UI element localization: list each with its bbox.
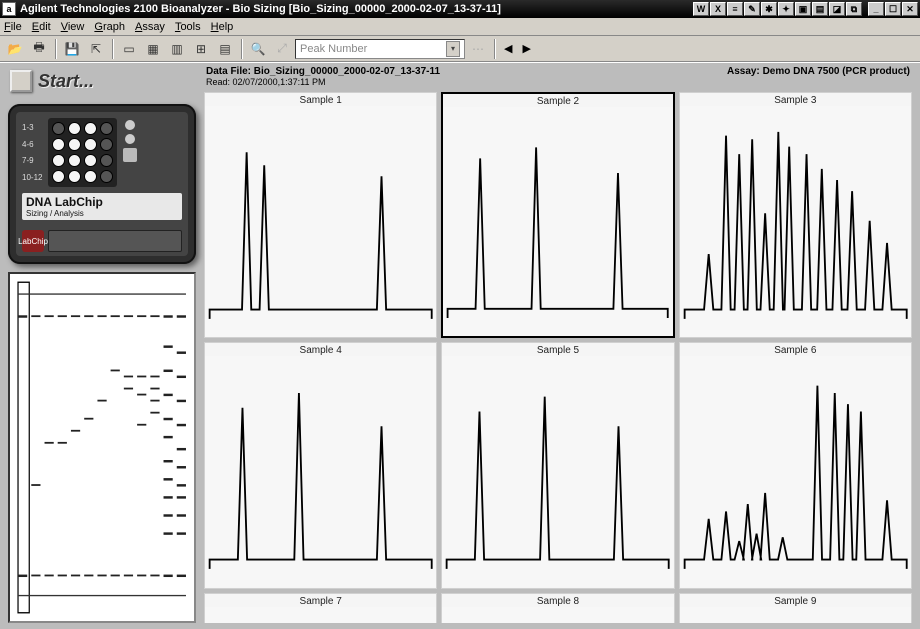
electropherogram-plot[interactable]: Sample 1 <box>204 92 437 338</box>
tray-icon[interactable]: ✎ <box>744 2 760 16</box>
gel-image-panel[interactable] <box>8 272 196 623</box>
left-panel: Start... 1-3 4-6 7-9 10-12 <box>0 63 202 629</box>
plot-title: Sample 4 <box>205 343 436 356</box>
tray-icon[interactable]: ≡ <box>727 2 743 16</box>
electropherogram-plot[interactable]: Sample 3 <box>679 92 912 338</box>
tray-icon[interactable]: ⧉ <box>846 2 862 16</box>
plot-title: Sample 8 <box>442 594 673 607</box>
menu-view[interactable]: View <box>61 21 85 33</box>
chip-name-slot[interactable] <box>48 230 182 252</box>
tray-icon[interactable]: ✦ <box>778 2 794 16</box>
electropherogram-plot[interactable]: Sample 4 <box>204 342 437 588</box>
view-table-icon[interactable]: ⊞ <box>190 38 212 60</box>
start-button[interactable]: Start... <box>8 68 196 96</box>
assay-value: Demo DNA 7500 (PCR product) <box>763 66 910 77</box>
chevron-down-icon[interactable]: ▾ <box>446 41 460 57</box>
menu-graph[interactable]: Graph <box>94 21 125 33</box>
tray-icon[interactable]: ◪ <box>829 2 845 16</box>
menu-edit[interactable]: Edit <box>32 21 51 33</box>
combo-go-icon[interactable]: ⋯ <box>467 38 489 60</box>
zoom-reset-icon[interactable]: ⤢ <box>271 38 293 60</box>
chip-subtitle: Sizing / Analysis <box>26 209 178 218</box>
main-panel: Data File: Bio_Sizing_00000_2000-02-07_1… <box>202 63 920 629</box>
electropherogram-plot[interactable]: Sample 9 <box>679 593 912 623</box>
menubar: File Edit View Graph Assay Tools Help <box>0 18 920 36</box>
combo-placeholder: Peak Number <box>300 43 367 55</box>
zoom-icon[interactable]: 🔍 <box>247 38 269 60</box>
plot-title: Sample 6 <box>680 343 911 356</box>
view-single-icon[interactable]: ▭ <box>118 38 140 60</box>
toolbar: 📂 🖶 💾 ⇱ ▭ ▦ ▥ ⊞ ▤ 🔍 ⤢ Peak Number ▾ ⋯ ◀ … <box>0 36 920 62</box>
read-value: 02/07/2000,1:37:11 PM <box>233 77 326 87</box>
plot-title: Sample 1 <box>205 93 436 106</box>
plot-title: Sample 7 <box>205 594 436 607</box>
app-icon: a <box>2 2 16 16</box>
well-row-labels: 1-3 4-6 7-9 10-12 <box>22 118 42 187</box>
prev-sample-button[interactable]: ◀ <box>500 42 516 55</box>
electropherogram-plot[interactable]: Sample 2 <box>441 92 674 338</box>
export-icon[interactable]: ⇱ <box>85 38 107 60</box>
tray-icon[interactable]: ✱ <box>761 2 777 16</box>
start-label: Start... <box>38 71 94 92</box>
read-label: Read: <box>206 77 230 87</box>
datafile-label: Data File: <box>206 66 251 77</box>
electropherogram-plot[interactable]: Sample 6 <box>679 342 912 588</box>
view-overlay-icon[interactable]: ▤ <box>214 38 236 60</box>
menu-tools[interactable]: Tools <box>175 21 201 33</box>
save-icon[interactable]: 💾 <box>61 38 83 60</box>
chip-cartridge[interactable]: 1-3 4-6 7-9 10-12 <box>8 104 196 264</box>
assay-label: Assay: <box>727 66 760 77</box>
tray-icon[interactable]: W <box>693 2 709 16</box>
window-buttons: _ ☐ ✕ <box>868 2 918 16</box>
print-icon[interactable]: 🖶 <box>28 38 50 60</box>
plot-title: Sample 5 <box>442 343 673 356</box>
window-title: Agilent Technologies 2100 Bioanalyzer - … <box>20 3 501 15</box>
plot-title: Sample 2 <box>443 94 672 107</box>
next-sample-button[interactable]: ▶ <box>518 42 534 55</box>
data-header: Data File: Bio_Sizing_00000_2000-02-07_1… <box>204 66 912 92</box>
electropherogram-plot[interactable]: Sample 5 <box>441 342 674 588</box>
plot-title: Sample 9 <box>680 594 911 607</box>
menu-file[interactable]: File <box>4 21 22 33</box>
titlebar: a Agilent Technologies 2100 Bioanalyzer … <box>0 0 920 18</box>
system-tray: W X ≡ ✎ ✱ ✦ ▣ ▤ ◪ ⧉ <box>693 2 862 16</box>
start-icon <box>10 70 32 92</box>
plot-title: Sample 3 <box>680 93 911 106</box>
electropherogram-grid: Sample 1 Sample 2 Sample 3 Sample 4 Sample 5… <box>204 92 912 623</box>
gel-image <box>16 280 188 615</box>
datafile-value: Bio_Sizing_00000_2000-02-07_13-37-11 <box>254 66 440 77</box>
minimize-button[interactable]: _ <box>868 2 884 16</box>
close-button[interactable]: ✕ <box>902 2 918 16</box>
chip-side-markers <box>123 118 137 187</box>
tray-icon[interactable]: X <box>710 2 726 16</box>
open-icon[interactable]: 📂 <box>4 38 26 60</box>
menu-assay[interactable]: Assay <box>135 21 165 33</box>
peak-selector-combo[interactable]: Peak Number ▾ <box>295 39 465 59</box>
tray-icon[interactable]: ▣ <box>795 2 811 16</box>
chip-brand: DNA LabChip <box>26 195 178 209</box>
chip-label: DNA LabChip Sizing / Analysis <box>22 193 182 220</box>
maximize-button[interactable]: ☐ <box>885 2 901 16</box>
well-grid[interactable] <box>48 118 117 187</box>
labchip-badge: LabChip <box>22 230 44 252</box>
electropherogram-plot[interactable]: Sample 8 <box>441 593 674 623</box>
workspace: Start... 1-3 4-6 7-9 10-12 <box>0 62 920 629</box>
view-grid-icon[interactable]: ▦ <box>142 38 164 60</box>
menu-help[interactable]: Help <box>211 21 234 33</box>
view-gel-icon[interactable]: ▥ <box>166 38 188 60</box>
electropherogram-plot[interactable]: Sample 7 <box>204 593 437 623</box>
tray-icon[interactable]: ▤ <box>812 2 828 16</box>
